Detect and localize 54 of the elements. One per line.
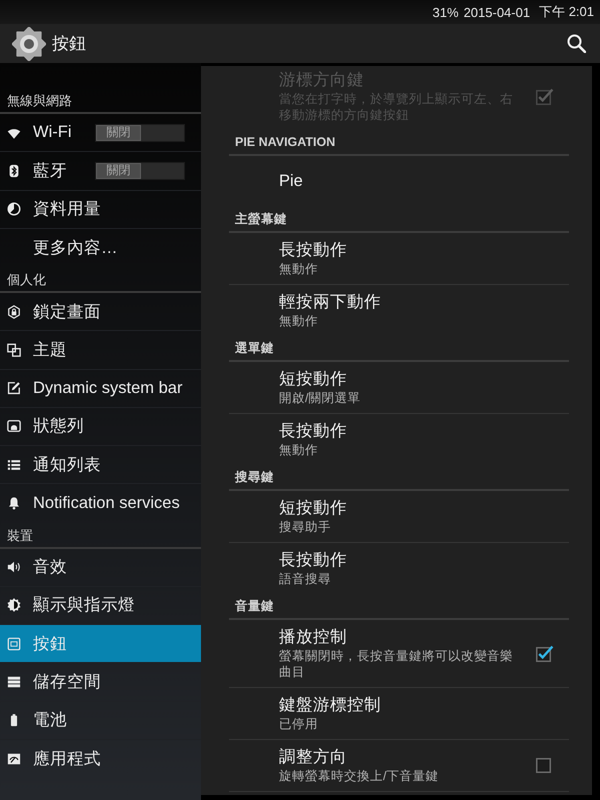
square-icon <box>7 636 21 651</box>
preference-summary: 開啟/關閉選單 <box>279 390 362 406</box>
pencil-square-icon <box>7 381 21 396</box>
sidebar-item[interactable]: 應用程式 <box>0 740 201 778</box>
gear-icon[interactable] <box>12 26 46 60</box>
brightness-icon <box>7 598 21 612</box>
category-header: 音量鍵 <box>229 594 569 620</box>
toggle-switch[interactable]: 關閉 <box>95 162 185 180</box>
preference-title: 輕按兩下動作 <box>279 292 382 313</box>
storage-icon <box>7 674 21 689</box>
gauge-icon <box>7 752 21 766</box>
preference-title: 短按動作 <box>279 498 348 519</box>
bluetooth-icon <box>7 164 21 178</box>
preference-summary: 螢幕關閉時，長按音量鍵將可以改變音樂曲目 <box>279 648 514 680</box>
lock-icon <box>7 304 21 319</box>
preference-title: 短按動作 <box>279 369 348 390</box>
preference-summary: 搜尋助手 <box>279 519 332 535</box>
preference-title: 調整方向 <box>279 747 348 768</box>
pie-chart-icon <box>7 202 21 216</box>
list-icon <box>7 458 21 472</box>
checkbox[interactable] <box>536 644 554 662</box>
overlapping-squares-icon <box>7 342 21 357</box>
sidebar-item[interactable]: Notification services <box>0 484 201 522</box>
checkbox[interactable] <box>536 758 551 772</box>
preference-title: 鍵盤游標控制 <box>279 695 382 716</box>
preference-title: 播放控制 <box>279 627 348 648</box>
category-header: 搜尋鍵 <box>229 465 569 491</box>
preference-summary: 無動作 <box>279 261 319 277</box>
category-header: 主螢幕鍵 <box>229 207 569 233</box>
preference-title: Pie <box>279 171 304 192</box>
preference-title: 游標方向鍵 <box>279 70 365 91</box>
sidebar-item[interactable]: 藍牙 關閉 <box>0 152 201 190</box>
search-icon[interactable] <box>567 34 586 53</box>
preference-title: 長按動作 <box>279 421 348 442</box>
preference-summary: 語音搜尋 <box>279 571 332 587</box>
preference-summary: 已停用 <box>279 716 319 732</box>
sidebar-item[interactable]: Wi-Fi 關閉 <box>0 114 201 152</box>
speaker-icon <box>7 560 21 574</box>
sidebar-item[interactable]: 按鈕 <box>0 625 201 664</box>
preference-title: 長按動作 <box>279 240 348 261</box>
status-time: 下午 2:01 <box>539 3 594 21</box>
sidebar-item[interactable]: 更多內容… <box>0 228 201 267</box>
bell-icon <box>7 496 21 510</box>
status-date: 2015-04-01 <box>464 4 530 20</box>
battery-percentage: 31% <box>432 4 459 20</box>
category-header: 選單鍵 <box>229 336 569 362</box>
window-icon <box>7 419 21 434</box>
preference-title: 長按動作 <box>279 550 348 571</box>
preference-summary: 旋轉螢幕時交換上/下音量鍵 <box>279 768 440 784</box>
screen-title: 按鈕 <box>52 33 86 55</box>
toggle-switch[interactable]: 關閉 <box>95 124 185 142</box>
preference-summary: 無動作 <box>279 442 319 458</box>
category-header: PIE NAVIGATION <box>229 130 569 156</box>
preference-summary: 無動作 <box>279 313 319 329</box>
